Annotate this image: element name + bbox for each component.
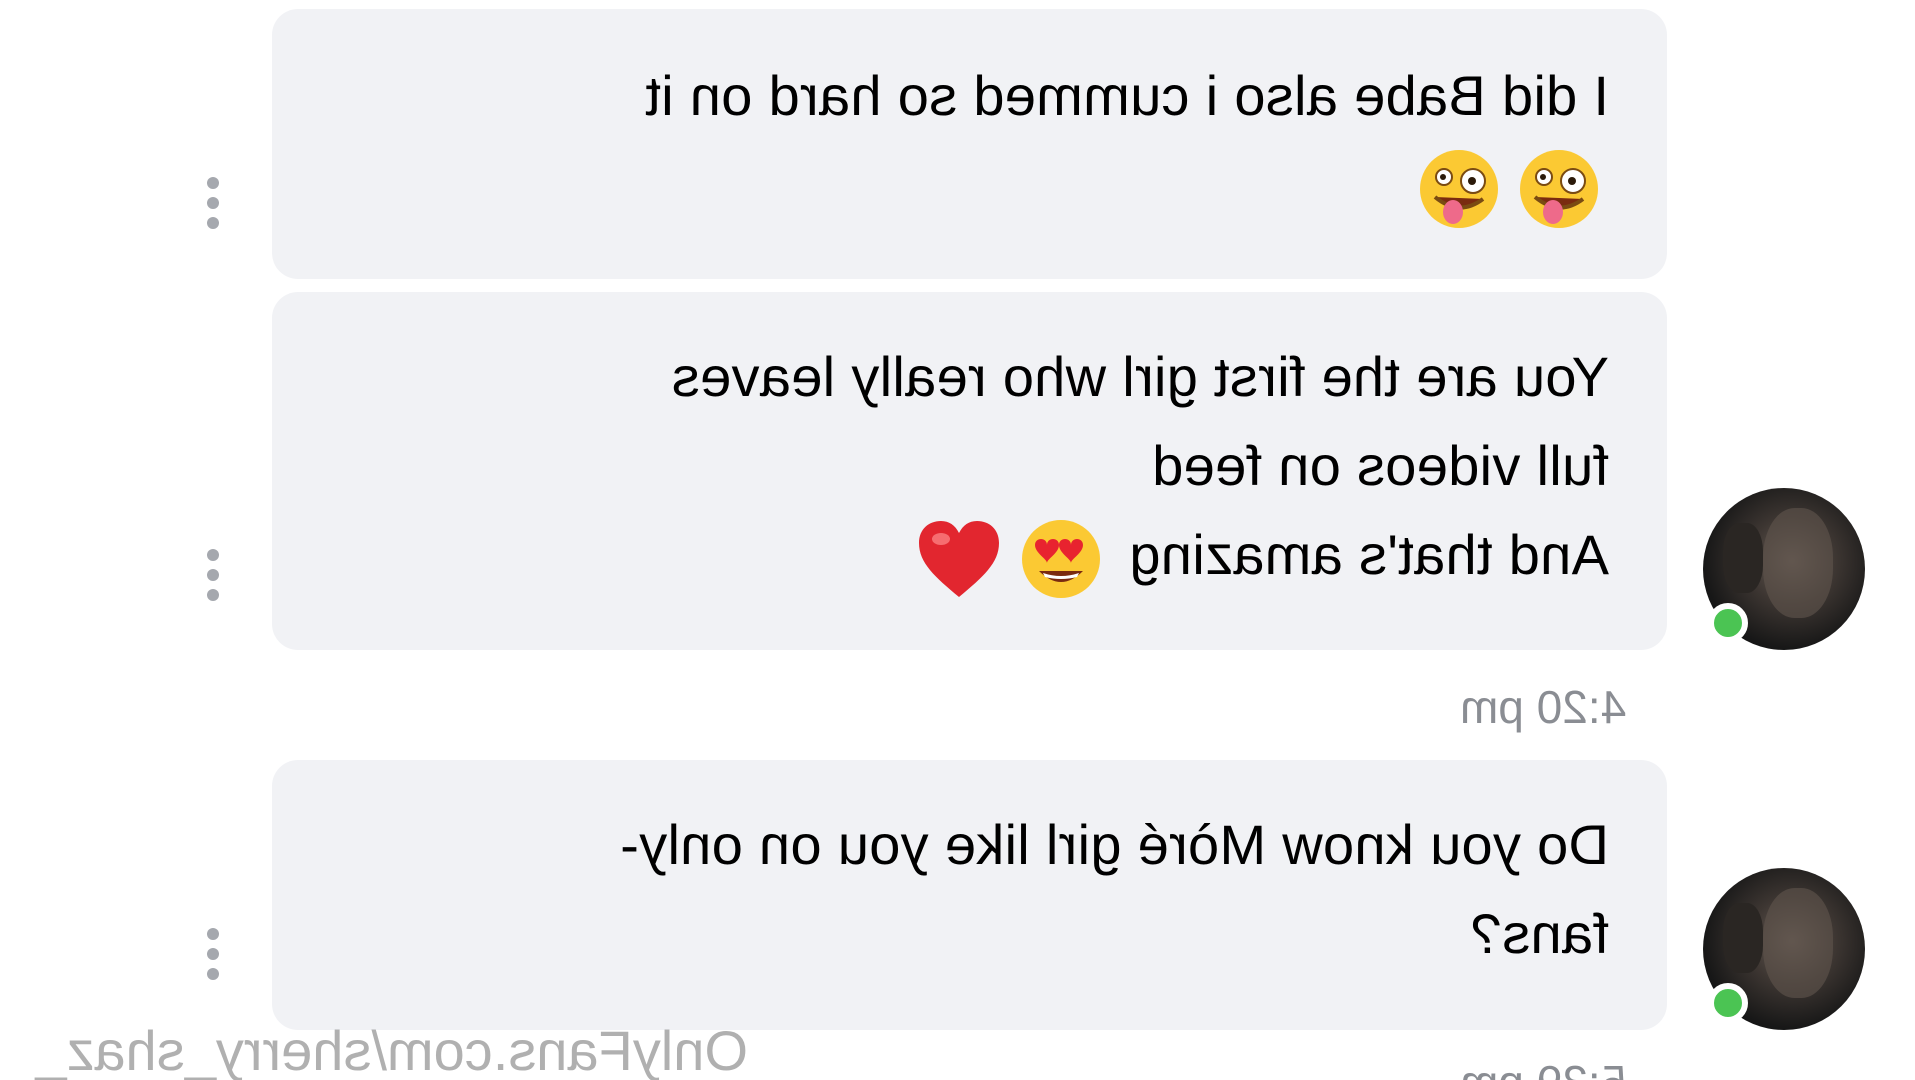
message-line: You are the first girl who really leaves	[671, 345, 1609, 408]
online-status-icon	[1708, 603, 1748, 643]
zany-face-emoji	[1420, 150, 1498, 229]
message-bubble[interactable]: I did Babe also i cummed so hard on it	[272, 9, 1667, 279]
chat-view: I did Babe also i cummed so hard on it Y…	[0, 0, 1915, 1080]
message-line-text: And that's amazing	[1129, 523, 1609, 586]
message-timestamp: 5:39 pm	[1460, 1055, 1660, 1080]
heart-eyes-emoji	[1022, 520, 1101, 599]
message-line: And that's amazing	[272, 510, 1609, 601]
message-line: full videos on feed	[1151, 434, 1609, 497]
red-heart-emoji	[919, 521, 1000, 598]
online-status-icon	[1708, 983, 1748, 1023]
more-vertical-icon[interactable]	[200, 174, 226, 234]
message-text: You are the first girl who really leaves…	[272, 332, 1609, 601]
message-text: Do you know Mòré girl like you on only- …	[272, 800, 1609, 978]
zany-face-emoji	[1520, 150, 1598, 229]
message-bubble[interactable]: You are the first girl who really leaves…	[272, 292, 1667, 650]
message-bubble[interactable]: Do you know Mòré girl like you on only- …	[272, 760, 1667, 1030]
message-line: I did Babe also i cummed so hard on it	[645, 64, 1609, 127]
watermark: OnlyFans.com/sherry_shaz_	[35, 1019, 748, 1080]
message-line: fans?	[1470, 902, 1610, 965]
emoji-line	[272, 140, 1609, 231]
message-timestamp: 4:20 pm	[1460, 681, 1627, 733]
more-vertical-icon[interactable]	[200, 546, 226, 606]
more-vertical-icon[interactable]	[200, 925, 226, 985]
message-text: I did Babe also i cummed so hard on it	[272, 51, 1609, 231]
message-line: Do you know Mòré girl like you on only-	[619, 813, 1609, 876]
